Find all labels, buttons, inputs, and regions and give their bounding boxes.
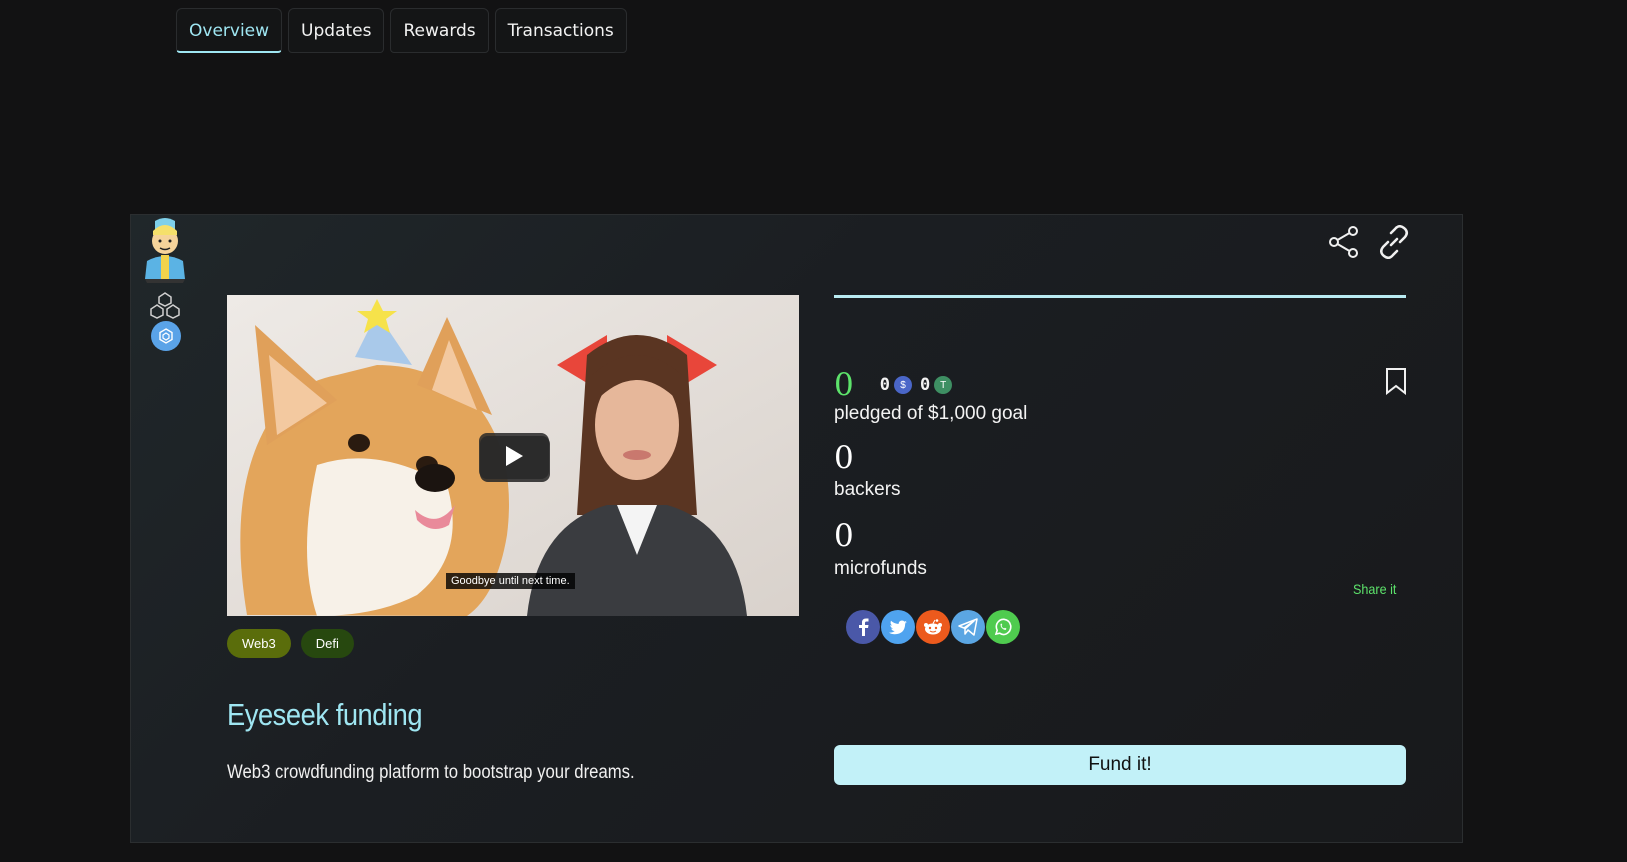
- video-caption: Goodbye until next time.: [446, 573, 575, 589]
- pledged-amount-row: 0 0 $ 0 T: [834, 367, 953, 403]
- tab-overview[interactable]: Overview: [176, 8, 283, 53]
- project-tags: Web3 Defi: [227, 629, 354, 658]
- usdc-amount: 0: [879, 375, 890, 395]
- telegram-share-button[interactable]: [951, 610, 985, 644]
- tab-updates[interactable]: Updates: [288, 8, 385, 53]
- microfunds-label: microfunds: [834, 558, 927, 579]
- social-share-buttons: [846, 610, 1020, 644]
- fund-it-button[interactable]: Fund it!: [834, 745, 1406, 785]
- whatsapp-icon: [994, 618, 1012, 636]
- tab-rewards[interactable]: Rewards: [390, 8, 489, 53]
- whatsapp-share-button[interactable]: [986, 610, 1020, 644]
- usdc-icon: $: [893, 376, 912, 394]
- tag-web3[interactable]: Web3: [227, 629, 291, 658]
- project-title: Eyeseek funding: [227, 697, 423, 732]
- owner-avatar[interactable]: [139, 217, 191, 283]
- telegram-icon: [958, 618, 978, 636]
- reddit-share-button[interactable]: [916, 610, 950, 644]
- project-video[interactable]: Goodbye until next time.: [227, 295, 799, 616]
- project-description: Web3 crowdfunding platform to bootstrap …: [227, 762, 635, 783]
- backers-label: backers: [834, 479, 901, 500]
- backers-count: 0: [834, 440, 854, 476]
- link-icon[interactable]: [1377, 225, 1411, 259]
- pledged-total: 0: [834, 367, 854, 403]
- facebook-icon: [859, 618, 869, 636]
- microfunds-count: 0: [834, 518, 854, 554]
- pledged-label: pledged of $1,000 goal: [834, 403, 1028, 424]
- tab-transactions[interactable]: Transactions: [494, 8, 627, 53]
- reddit-icon: [924, 619, 942, 635]
- share-icon[interactable]: [1327, 225, 1361, 259]
- usdt-icon: T: [934, 376, 953, 394]
- project-card: Goodbye until next time. Web3 Defi Eyese…: [130, 214, 1463, 843]
- twitter-icon: [889, 620, 907, 634]
- play-icon: [506, 446, 523, 466]
- facebook-share-button[interactable]: [846, 610, 880, 644]
- funding-progress-bar: [834, 295, 1406, 298]
- twitter-share-button[interactable]: [881, 610, 915, 644]
- video-play-button[interactable]: [479, 433, 549, 479]
- tag-defi[interactable]: Defi: [300, 629, 354, 658]
- polygon-chain-icon: [150, 292, 180, 319]
- bookmark-icon[interactable]: [1384, 367, 1408, 395]
- funding-progress-fill: [834, 295, 1406, 298]
- token-badge-icon: [151, 321, 181, 351]
- project-tabs: Overview Updates Rewards Transactions: [176, 8, 627, 53]
- usdt-amount: 0: [919, 375, 931, 395]
- share-it-label: Share it: [1353, 581, 1397, 597]
